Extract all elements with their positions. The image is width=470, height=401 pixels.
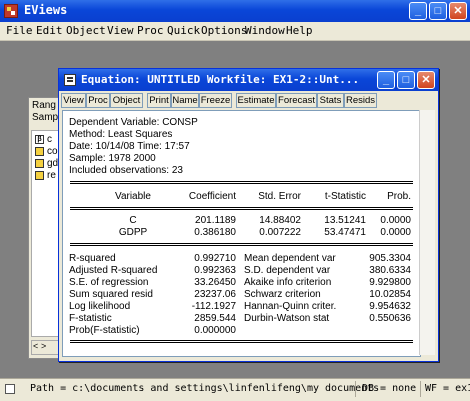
app-titlebar[interactable]: EViews _ □ ✕ [0,0,470,22]
method: Method: Least Squares [69,129,173,140]
menu-object[interactable]: Object [66,24,106,37]
equation-output: Dependent Variable: CONSP Method: Least … [62,110,421,357]
status-path: Path = c:\documents and settings\linfenl… [30,383,380,394]
status-bar: Path = c:\documents and settings\linfenl… [0,378,470,401]
status-separator [420,381,421,397]
menu-bar: File Edit Object View Proc Quick Options… [0,22,470,41]
table-rule [70,207,413,208]
menu-file[interactable]: File [6,24,33,37]
list-item[interactable]: βc [35,134,52,145]
table-rule [70,243,413,244]
scroll-right-icon[interactable]: > [41,341,46,351]
menu-window[interactable]: Window [245,24,285,37]
equation-vscroll[interactable] [419,110,435,355]
sample: Sample: 1978 2000 [69,153,156,164]
status-separator [355,381,356,397]
freeze-button[interactable]: Freeze [199,93,232,108]
name-button[interactable]: Name [171,93,199,108]
minimize-button[interactable]: _ [409,2,427,20]
workfile-range-label: Rang [32,100,56,111]
status-checkbox[interactable] [5,384,15,394]
date-time: Date: 10/14/08 Time: 17:57 [69,141,190,152]
table-rule [70,245,413,246]
equation-window[interactable]: Equation: UNTITLED Workfile: EX1-2::Unt.… [58,68,439,362]
status-wf: WF = ex1- [425,383,470,394]
maximize-button[interactable]: □ [429,2,447,20]
close-button[interactable]: ✕ [449,2,467,20]
print-button[interactable]: Print [147,93,171,108]
included-observations: Included observations: 23 [69,165,183,176]
table-rule [70,209,413,210]
table-rule [70,342,413,343]
list-item[interactable]: re [35,170,56,181]
col-header-prob: Prob. [387,191,411,202]
col-header-coefficient: Coefficient [188,191,236,202]
object-button[interactable]: Object [110,93,143,108]
status-db: DB = none [362,383,417,394]
proc-button[interactable]: Proc [86,93,110,108]
equation-toolbar: View Proc Object Print Name Freeze Estim… [61,93,436,109]
list-item[interactable]: co [35,146,58,157]
stats-button[interactable]: Stats [317,93,344,108]
menu-edit[interactable]: Edit [36,24,63,37]
eviews-logo-icon [4,4,18,18]
eq-close-button[interactable]: ✕ [417,71,435,89]
series-icon [35,158,44,168]
coef-icon: β [35,134,44,144]
forecast-button[interactable]: Forecast [276,93,317,108]
menu-help[interactable]: Help [286,24,313,37]
col-header-std-error: Std. Error [258,191,301,202]
table-rule [70,183,413,184]
equation-titlebar[interactable]: Equation: UNTITLED Workfile: EX1-2::Unt.… [59,69,438,91]
series-icon [35,170,44,180]
app-title: EViews [24,3,68,17]
menu-options[interactable]: Options [201,24,247,37]
equation-icon [64,74,76,86]
col-header-t-statistic: t-Statistic [324,191,366,202]
resids-button[interactable]: Resids [344,93,377,108]
scroll-left-icon[interactable]: < [33,341,38,351]
view-button[interactable]: View [61,93,86,108]
table-rule [70,181,413,182]
estimate-button[interactable]: Estimate [236,93,276,108]
menu-proc[interactable]: Proc [137,24,164,37]
eq-minimize-button[interactable]: _ [377,71,395,89]
list-item[interactable]: gd [35,158,58,169]
col-header-variable: Variable [115,191,151,202]
workfile-sample-label: Samp [32,112,59,123]
menu-quick[interactable]: Quick [167,24,200,37]
table-rule [70,340,413,341]
menu-view[interactable]: View [107,24,134,37]
series-icon [35,146,44,156]
dependent-variable: Dependent Variable: CONSP [69,117,198,128]
eq-maximize-button[interactable]: □ [397,71,415,89]
equation-title: Equation: UNTITLED Workfile: EX1-2::Unt.… [81,73,360,86]
